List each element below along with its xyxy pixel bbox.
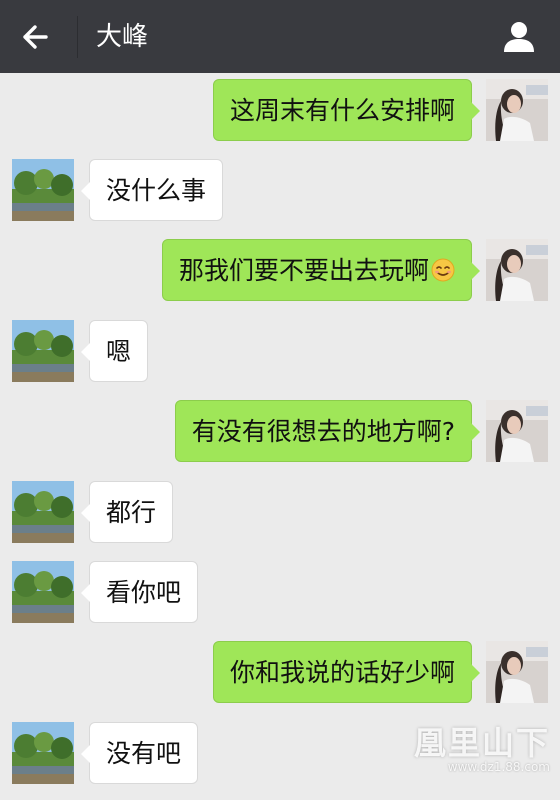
message-bubble-received[interactable]: 都行 xyxy=(80,481,174,543)
watermark-logo-text: 凰里山下 xyxy=(413,724,550,762)
my-avatar[interactable] xyxy=(486,641,548,703)
contact-avatar[interactable] xyxy=(12,481,74,543)
message-bubble-received[interactable]: 没有吧 xyxy=(80,722,199,784)
message-bubble-sent[interactable]: 有没有很想去的地方啊? xyxy=(174,400,481,462)
contact-avatar[interactable] xyxy=(12,159,74,221)
smiling-face-emoji-icon xyxy=(431,258,455,282)
message-text: 有没有很想去的地方啊? xyxy=(191,417,455,446)
header-divider xyxy=(77,16,78,58)
message-text: 那我们要不要出去玩啊 xyxy=(178,256,429,285)
message-bubble-received[interactable]: 没什么事 xyxy=(80,159,224,221)
message-text: 你和我说的话好少啊 xyxy=(229,658,455,687)
my-avatar[interactable] xyxy=(486,239,548,301)
contact-name: 大峰 xyxy=(96,22,149,52)
portrait-avatar-image xyxy=(486,400,548,462)
person-icon xyxy=(504,22,534,52)
landscape-avatar-image xyxy=(12,561,74,623)
message-text: 没有吧 xyxy=(106,739,182,768)
watermark-url: www.dz1.88.com xyxy=(447,760,550,774)
landscape-avatar-image xyxy=(12,481,74,543)
message-text: 没什么事 xyxy=(106,176,207,205)
site-watermark: 凰里山下 www.dz1.88.com xyxy=(414,718,550,774)
message-bubble-sent[interactable]: 这周末有什么安排啊 xyxy=(212,79,481,141)
contact-avatar[interactable] xyxy=(12,722,74,784)
landscape-avatar-image xyxy=(12,320,74,382)
my-avatar[interactable] xyxy=(486,400,548,462)
chat-info-button[interactable] xyxy=(500,18,538,56)
portrait-avatar-image xyxy=(486,79,548,141)
message-bubble-sent[interactable]: 你和我说的话好少啊 xyxy=(212,641,481,703)
message-text: 都行 xyxy=(106,498,157,527)
portrait-avatar-image xyxy=(486,239,548,301)
contact-avatar[interactable] xyxy=(12,320,74,382)
portrait-avatar-image xyxy=(486,641,548,703)
chat-header: 大峰 xyxy=(0,0,560,73)
back-button[interactable] xyxy=(16,18,56,56)
message-text: 嗯 xyxy=(106,337,132,366)
contact-avatar[interactable] xyxy=(12,561,74,623)
message-text: 这周末有什么安排啊 xyxy=(229,96,455,125)
message-bubble-sent[interactable]: 那我们要不要出去玩啊 xyxy=(161,239,481,301)
my-avatar[interactable] xyxy=(486,79,548,141)
arrow-left-icon xyxy=(23,25,48,49)
message-bubble-received[interactable]: 嗯 xyxy=(80,320,149,382)
message-bubble-received[interactable]: 看你吧 xyxy=(80,561,199,623)
landscape-avatar-image xyxy=(12,722,74,784)
message-text: 看你吧 xyxy=(106,578,182,607)
landscape-avatar-image xyxy=(12,159,74,221)
